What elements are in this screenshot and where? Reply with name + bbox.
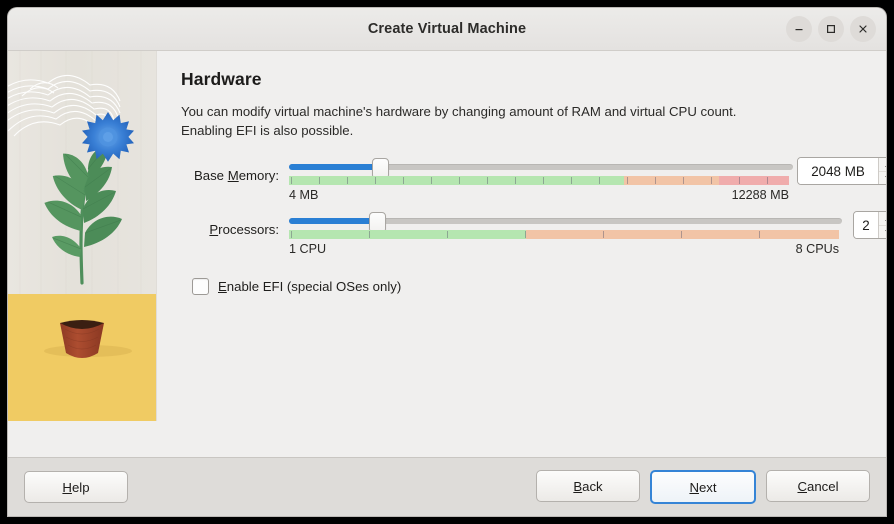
chevron-down-icon [884, 229, 886, 235]
base-memory-band-danger [719, 176, 789, 186]
maximize-icon [826, 24, 836, 34]
base-memory-increment-button[interactable] [879, 158, 886, 172]
back-label-post: ack [582, 478, 603, 494]
base-memory-min-label: 4 MB [289, 188, 319, 203]
dialog-footer: Help Back Next Cancel [8, 457, 886, 516]
page-title: Hardware [181, 69, 262, 89]
base-memory-bands [289, 176, 789, 186]
create-vm-dialog-window: Create Virtual Machine Hardware You can … [8, 8, 886, 516]
enable-efi-row[interactable]: Enable EFI (special OSes only) [192, 278, 886, 296]
processors-value[interactable]: 2 [854, 212, 878, 239]
base-memory-track-fill [289, 164, 375, 171]
base-memory-row: Base Memory: 4 MB 12288 MB 2048 MB [181, 156, 886, 202]
back-button[interactable]: Back [536, 470, 640, 502]
processors-bands [289, 230, 839, 240]
cancel-label-accel: C [797, 478, 807, 494]
chevron-up-icon [884, 162, 886, 168]
help-button[interactable]: Help [24, 471, 128, 503]
base-memory-range-labels: 4 MB 12288 MB [289, 188, 789, 202]
window-controls [786, 8, 876, 50]
enable-efi-label-post: nable EFI (special OSes only) [226, 279, 402, 295]
processors-row: Processors: 1 CPU 8 CPUs 2 [181, 210, 886, 256]
processors-band-warning [525, 230, 839, 240]
base-memory-label-accel: M [227, 168, 239, 184]
base-memory-spin-arrows [878, 158, 886, 185]
processors-track-fill [289, 218, 372, 225]
potted-plant-illustration [8, 51, 156, 421]
minimize-icon [795, 29, 803, 31]
processors-slider[interactable] [289, 210, 845, 240]
maximize-button[interactable] [818, 16, 844, 42]
processors-increment-button[interactable] [879, 212, 886, 226]
processors-spinbox[interactable]: 2 [853, 211, 886, 240]
chevron-up-icon [884, 216, 886, 222]
base-memory-band-optimal [289, 176, 624, 186]
titlebar: Create Virtual Machine [8, 8, 886, 51]
dialog-body: Hardware You can modify virtual machine'… [8, 51, 886, 457]
base-memory-label-pre: Base [193, 168, 228, 184]
footer-actions: Back Next Cancel [536, 470, 870, 504]
processors-spin-arrows [878, 212, 886, 239]
page-description: You can modify virtual machine's hardwar… [181, 104, 737, 139]
enable-efi-label-accel: E [218, 279, 227, 295]
help-label-accel: H [62, 479, 72, 495]
window-title: Create Virtual Machine [367, 21, 527, 37]
base-memory-slider[interactable] [289, 156, 793, 186]
base-memory-decrement-button[interactable] [879, 172, 886, 185]
processors-label: Processors: [181, 210, 289, 237]
processors-label-post: rocessors: [218, 222, 279, 238]
cancel-button[interactable]: Cancel [766, 470, 870, 502]
base-memory-slider-wrap: 4 MB 12288 MB [289, 156, 793, 202]
processors-label-accel: P [209, 222, 219, 238]
base-memory-label: Base Memory: [181, 156, 289, 183]
processors-decrement-button[interactable] [879, 226, 886, 239]
processors-range-labels: 1 CPU 8 CPUs [289, 242, 839, 256]
processors-band-optimal [289, 230, 526, 240]
enable-efi-checkbox[interactable] [192, 278, 209, 296]
chevron-down-icon [884, 175, 886, 181]
next-button[interactable]: Next [650, 470, 756, 504]
base-memory-spinbox[interactable]: 2048 MB [797, 157, 886, 186]
help-label-post: elp [71, 479, 90, 495]
processors-min-label: 1 CPU [289, 242, 327, 257]
back-label-accel: B [573, 478, 583, 494]
enable-efi-label[interactable]: Enable EFI (special OSes only) [218, 279, 401, 294]
base-memory-value[interactable]: 2048 MB [798, 158, 878, 185]
processors-slider-wrap: 1 CPU 8 CPUs [289, 210, 845, 256]
wizard-illustration [8, 51, 157, 421]
processors-max-label: 8 CPUs [795, 242, 839, 257]
close-icon [859, 25, 867, 33]
cancel-label-post: ancel [807, 478, 839, 494]
base-memory-band-warning [624, 176, 719, 186]
minimize-button[interactable] [786, 16, 812, 42]
wizard-content: Hardware You can modify virtual machine'… [157, 51, 886, 457]
next-label-post: ext [698, 479, 717, 495]
base-memory-label-post: emory: [238, 168, 279, 184]
next-label-accel: N [689, 479, 699, 495]
close-button[interactable] [850, 16, 876, 42]
base-memory-max-label: 12288 MB [731, 188, 789, 203]
